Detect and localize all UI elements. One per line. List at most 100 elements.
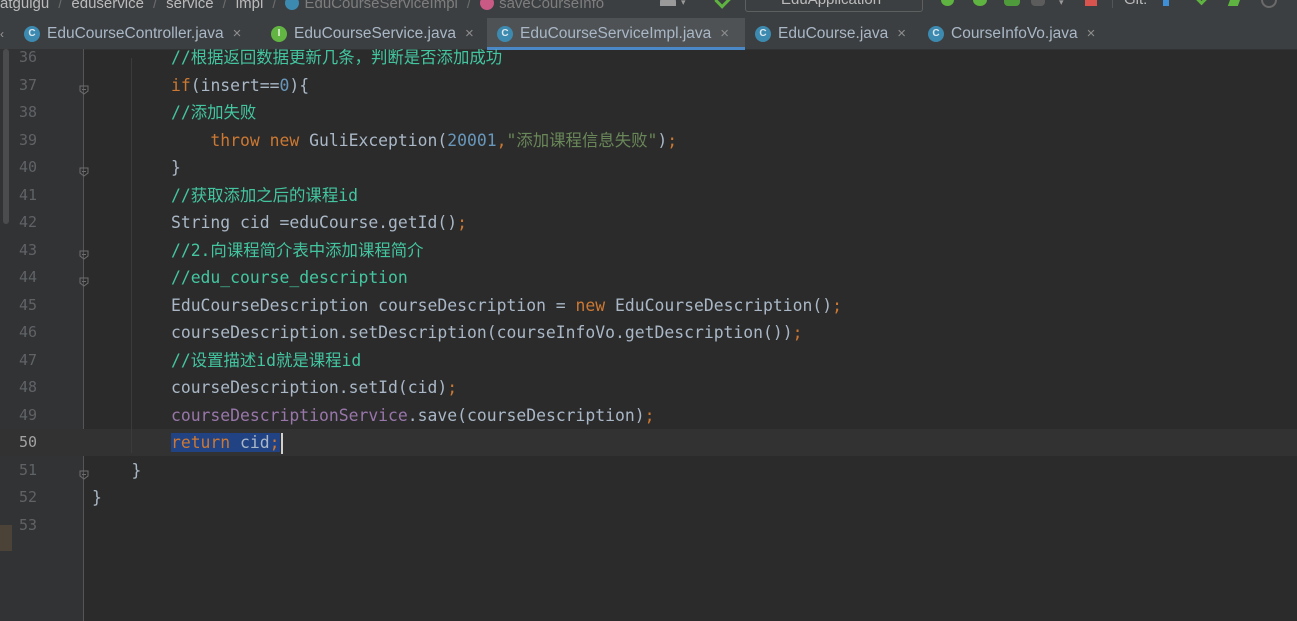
code-text[interactable]: courseDescriptionService.save(courseDesc… bbox=[92, 402, 655, 429]
code-token: courseDescription.setDescription(courseI… bbox=[170, 323, 793, 342]
close-icon[interactable]: × bbox=[897, 25, 906, 42]
breadcrumb-separator: / bbox=[466, 0, 472, 12]
code-comment: //设置描述id就是课程id bbox=[170, 350, 362, 370]
code-line[interactable]: 37 if(insert==0){ bbox=[0, 72, 1297, 99]
code-keyword: , bbox=[496, 130, 507, 150]
line-number: 49 bbox=[18, 405, 37, 424]
code-text[interactable]: //根据返回数据更新几条，判断是否添加成功 bbox=[92, 44, 502, 71]
fold-marker-icon[interactable] bbox=[79, 162, 89, 177]
tab-label: EduCourse.java bbox=[778, 24, 889, 42]
line-number: 42 bbox=[18, 213, 37, 231]
code-keyword: ; bbox=[832, 295, 843, 315]
line-number: 41 bbox=[18, 185, 37, 204]
code-line[interactable]: 41 //获取添加之后的课程id bbox=[0, 182, 1297, 209]
code-keyword: ; bbox=[269, 433, 280, 452]
code-line[interactable]: 46 courseDescription.setDescription(cour… bbox=[0, 319, 1297, 346]
git-update-icon[interactable] bbox=[1163, 0, 1169, 6]
code-comment: //添加失败 bbox=[170, 103, 257, 122]
coverage-icon[interactable] bbox=[1004, 0, 1020, 6]
chevron-down-icon[interactable]: ▾ bbox=[681, 0, 695, 8]
breadcrumb-separator: / bbox=[58, 0, 63, 12]
code-line[interactable]: 49 courseDescriptionService.save(courseD… bbox=[0, 402, 1297, 429]
code-keyword: ; bbox=[792, 323, 803, 342]
class-icon: C bbox=[24, 25, 40, 42]
tab-label: CourseInfoVo.java bbox=[951, 24, 1078, 42]
code-line[interactable]: 44 //edu_course_description bbox=[0, 264, 1297, 291]
code-comment: //2.向课程简介表中添加课程简介 bbox=[170, 240, 424, 260]
tab-scroll-left-icon[interactable]: ‹ bbox=[0, 27, 4, 41]
run-configuration-select[interactable]: EduApplication ▼ bbox=[745, 0, 923, 12]
code-token: } bbox=[170, 158, 181, 177]
close-icon[interactable]: × bbox=[233, 25, 242, 42]
fold-marker-icon[interactable] bbox=[79, 272, 89, 287]
code-line[interactable]: 50 return cid; bbox=[0, 429, 1297, 456]
fold-marker-icon[interactable] bbox=[79, 465, 89, 480]
user-icon[interactable] bbox=[660, 0, 676, 6]
code-text[interactable]: String cid =eduCourse.getId(); bbox=[92, 209, 467, 236]
code-line[interactable]: 39 throw new GuliException(20001,"添加课程信息… bbox=[0, 127, 1297, 154]
history-icon[interactable] bbox=[1261, 0, 1277, 8]
code-line[interactable]: 38 //添加失败 bbox=[0, 99, 1297, 126]
text-cursor bbox=[280, 433, 283, 454]
breadcrumb-item[interactable]: atguigu bbox=[0, 0, 49, 12]
code-line[interactable]: 48 courseDescription.setId(cid); bbox=[0, 374, 1297, 401]
breadcrumb-item[interactable]: saveCourseInfo bbox=[499, 0, 604, 12]
code-comment: //edu_course_description bbox=[170, 268, 408, 287]
debug-icon[interactable] bbox=[973, 0, 987, 6]
code-text[interactable]: } bbox=[92, 154, 181, 181]
code-text[interactable]: //edu_course_description bbox=[92, 264, 408, 291]
class-icon: C bbox=[497, 25, 513, 42]
code-text[interactable]: throw new GuliException(20001,"添加课程信息失败"… bbox=[92, 127, 677, 154]
breadcrumb-item[interactable]: impl bbox=[236, 0, 264, 12]
line-number: 44 bbox=[18, 268, 37, 286]
fold-marker-icon[interactable] bbox=[79, 80, 89, 95]
close-icon[interactable]: × bbox=[465, 25, 474, 42]
line-number: 46 bbox=[18, 323, 37, 341]
line-number: 52 bbox=[18, 488, 37, 506]
code-text[interactable]: courseDescription.setDescription(courseI… bbox=[92, 319, 803, 346]
breadcrumb-item[interactable]: EduCourseServiceImpl bbox=[304, 0, 457, 12]
fold-marker-icon[interactable] bbox=[79, 245, 89, 260]
code-line[interactable]: 45 EduCourseDescription courseDescriptio… bbox=[0, 292, 1297, 319]
run-icon[interactable] bbox=[941, 0, 954, 6]
code-editor[interactable]: 36 //根据返回数据更新几条，判断是否添加成功 37 if(insert==0)… bbox=[0, 44, 1297, 621]
git-commit-icon[interactable] bbox=[1193, 0, 1210, 6]
code-line[interactable]: 43 //2.向课程简介表中添加课程简介 bbox=[0, 237, 1297, 264]
build-hammer-icon[interactable] bbox=[714, 0, 733, 9]
code-line[interactable]: 42 String cid =eduCourse.getId(); bbox=[0, 209, 1297, 236]
code-text[interactable]: //添加失败 bbox=[92, 99, 256, 126]
code-text[interactable]: if(insert==0){ bbox=[92, 72, 309, 99]
chevron-down-icon[interactable]: ▾ bbox=[1059, 0, 1073, 8]
tab-label: EduCourseController.java bbox=[47, 24, 224, 42]
stop-icon[interactable] bbox=[1085, 0, 1097, 6]
breadcrumb-item[interactable]: service bbox=[166, 0, 214, 12]
close-icon[interactable]: × bbox=[1087, 25, 1096, 42]
interface-icon: I bbox=[271, 25, 287, 42]
code-line[interactable]: 47 //设置描述id就是课程id bbox=[0, 347, 1297, 374]
code-line[interactable]: 36 //根据返回数据更新几条，判断是否添加成功 bbox=[0, 44, 1297, 71]
git-push-icon[interactable] bbox=[1227, 0, 1243, 6]
code-text[interactable]: } bbox=[92, 457, 141, 484]
code-keyword: new bbox=[575, 295, 616, 315]
code-text[interactable]: EduCourseDescription courseDescription =… bbox=[92, 292, 842, 319]
code-text[interactable]: //设置描述id就是课程id bbox=[92, 347, 361, 374]
code-comment: //获取添加之后的课程id bbox=[170, 185, 358, 205]
close-icon[interactable]: × bbox=[720, 25, 729, 42]
code-line[interactable]: 52} bbox=[0, 484, 1297, 511]
code-line[interactable]: 51 } bbox=[0, 457, 1297, 484]
code-text[interactable]: courseDescription.setId(cid); bbox=[92, 374, 457, 401]
code-text[interactable]: return cid; bbox=[92, 429, 283, 456]
code-text[interactable]: //2.向课程简介表中添加课程简介 bbox=[92, 237, 424, 264]
navigation-bar: atguigu / eduservice / service / impl / … bbox=[0, 0, 1297, 18]
code-token: "添加课程信息失败" bbox=[506, 130, 658, 150]
breadcrumb-item[interactable]: eduservice bbox=[71, 0, 144, 12]
code-line[interactable]: 40 } bbox=[0, 154, 1297, 181]
profile-icon[interactable] bbox=[1031, 0, 1045, 6]
code-text[interactable]: } bbox=[92, 484, 102, 511]
tab-label: EduCourseServiceImpl.java bbox=[520, 24, 712, 42]
class-icon: C bbox=[928, 25, 944, 42]
code-line[interactable]: 53 bbox=[0, 512, 1297, 539]
code-keyword: return bbox=[170, 433, 241, 452]
